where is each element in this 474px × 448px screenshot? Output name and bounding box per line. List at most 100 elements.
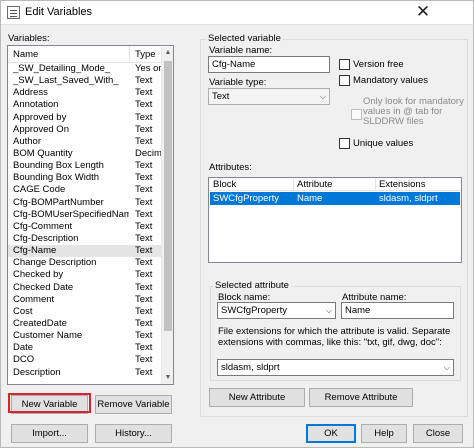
variable-type-cell: Text — [135, 293, 153, 305]
close-window-icon[interactable]: ✕ — [411, 1, 435, 25]
history-button[interactable]: History... — [95, 424, 172, 443]
column-separator[interactable] — [375, 178, 376, 191]
remove-variable-button[interactable]: Remove Variable — [95, 395, 172, 414]
variable-name-cell: Bounding Box Length — [13, 160, 104, 172]
attributes-table[interactable]: Block Attribute Extensions SWCfgProperty… — [208, 177, 462, 263]
list-item[interactable]: Date Text — [8, 342, 162, 354]
highlight-box — [8, 393, 91, 413]
list-item[interactable]: Cfg-Description Text — [8, 233, 162, 245]
list-item[interactable]: Cfg-Comment Text — [8, 221, 162, 233]
variable-type-cell: Text — [135, 305, 153, 317]
variable-type-cell: Text — [135, 160, 153, 172]
attribute-name-input[interactable]: Name — [341, 302, 454, 319]
column-separator[interactable] — [293, 178, 294, 191]
column-header-name[interactable]: Name — [13, 49, 38, 60]
variable-type-cell: Text — [135, 281, 153, 293]
variable-name-cell: CAGE Code — [13, 184, 66, 196]
list-item[interactable]: Address Text — [8, 87, 162, 99]
list-item[interactable]: Approved On Text — [8, 124, 162, 136]
attributes-table-row[interactable]: SWCfgProperty Name sldasm, sldprt — [210, 192, 460, 205]
variable-type-select[interactable]: Text ⌵ — [208, 88, 330, 105]
close-button[interactable]: Close — [413, 424, 463, 443]
column-header-attribute[interactable]: Attribute — [297, 179, 332, 190]
attributes-label: Attributes: — [209, 162, 252, 173]
variable-type-cell: Text — [135, 269, 153, 281]
scroll-thumb[interactable] — [164, 61, 172, 331]
column-header-block[interactable]: Block — [213, 179, 236, 190]
variables-list[interactable]: Name Type _SW_Detailing_Mode_Yes or No_S… — [7, 45, 174, 385]
variable-name-cell: Cfg-BOMUserSpecifiedName — [13, 208, 129, 220]
list-item[interactable]: CAGE Code Text — [8, 184, 162, 196]
variable-type-cell: Text — [135, 135, 153, 147]
variable-name-cell: Address — [13, 87, 48, 99]
variable-name-label: Variable name: — [209, 45, 273, 56]
list-item[interactable]: Author Text — [8, 136, 162, 148]
column-header-type[interactable]: Type — [135, 49, 156, 60]
list-item[interactable]: Bounding Box Width Text — [8, 172, 162, 184]
list-item[interactable]: Approved by Text — [8, 112, 162, 124]
version-free-checkbox[interactable] — [339, 59, 350, 70]
selected-attribute-group-label: Selected attribute — [213, 280, 291, 291]
list-item[interactable]: _SW_Last_Saved_With_ Text — [8, 75, 162, 87]
column-header-extensions[interactable]: Extensions — [379, 179, 425, 190]
version-free-label: Version free — [353, 59, 404, 70]
app-icon — [7, 6, 20, 19]
list-item[interactable]: _SW_Detailing_Mode_ Yes or No — [8, 63, 162, 75]
attribute-row-attribute: Name — [297, 193, 323, 204]
ok-button[interactable]: OK — [306, 424, 356, 443]
scroll-up-icon[interactable]: ▲ — [162, 47, 173, 59]
lookup-mandatory-checkbox[interactable] — [351, 109, 362, 120]
list-item[interactable]: Description Text — [8, 367, 162, 379]
list-item[interactable]: Bounding Box Length Text — [8, 160, 162, 172]
variable-name-cell: Checked Date — [13, 281, 74, 293]
list-item[interactable]: Cfg-BOMUserSpecifiedName Text — [8, 209, 162, 221]
list-item[interactable]: Change Description Text — [8, 257, 162, 269]
help-button[interactable]: Help — [361, 424, 407, 443]
variable-name-cell: Comment — [13, 293, 55, 305]
block-name-select[interactable]: SWCfgProperty ⌵ — [217, 302, 336, 319]
variables-scrollbar[interactable]: ▲ ▼ — [161, 47, 173, 384]
chevron-down-icon: ⌵ — [443, 363, 450, 372]
list-item[interactable]: Cfg-Name Text — [8, 245, 162, 258]
list-item[interactable]: BOM Quantity Decimal — [8, 148, 162, 160]
variable-type-cell: Text — [135, 87, 153, 99]
variable-type-cell: Text — [135, 172, 153, 184]
list-item[interactable]: Checked Date Text — [8, 282, 162, 294]
list-item[interactable]: Checked by Text — [8, 269, 162, 281]
new-attribute-button[interactable]: New Attribute — [209, 388, 305, 407]
attribute-row-block: SWCfgProperty — [213, 193, 279, 204]
extensions-help-text: File extensions for which the attribute … — [218, 326, 451, 348]
chevron-down-icon: ⌵ — [325, 306, 332, 315]
scroll-down-icon[interactable]: ▼ — [162, 372, 173, 384]
variable-type-cell: Text — [135, 342, 153, 354]
list-item[interactable]: Customer Name Text — [8, 330, 162, 342]
variable-name-cell: Bounding Box Width — [13, 172, 100, 184]
unique-values-checkbox[interactable] — [339, 138, 350, 149]
variable-type-cell: Text — [135, 123, 153, 135]
import-button[interactable]: Import... — [11, 424, 88, 443]
variable-name-input[interactable]: Cfg-Name — [208, 56, 330, 73]
column-separator[interactable] — [129, 46, 130, 62]
attribute-row-extensions: sldasm, sldprt — [379, 193, 438, 204]
variable-type-cell: Text — [135, 208, 153, 220]
variable-name-cell: Cost — [13, 305, 33, 317]
variable-type-cell: Text — [135, 99, 153, 111]
variable-name-cell: BOM Quantity — [13, 147, 73, 159]
variable-name-cell: Cfg-Comment — [13, 220, 73, 232]
list-item[interactable]: CreatedDate Text — [8, 318, 162, 330]
extensions-select[interactable]: sldasm, sldprt ⌵ — [217, 359, 454, 376]
remove-attribute-button[interactable]: Remove Attribute — [309, 388, 413, 407]
variable-name-cell: Cfg-Name — [13, 245, 57, 257]
variable-name-cell: Cfg-BOMPartNumber — [13, 196, 104, 208]
list-item[interactable]: Comment Text — [8, 294, 162, 306]
variable-name-cell: Author — [13, 135, 41, 147]
block-name-value: SWCfgProperty — [221, 305, 287, 316]
variable-name-cell: Change Description — [13, 257, 97, 269]
mandatory-values-checkbox[interactable] — [339, 75, 350, 86]
list-item[interactable]: Cost Text — [8, 306, 162, 318]
list-item[interactable]: DCO Text — [8, 354, 162, 366]
list-item[interactable]: Cfg-BOMPartNumber Text — [8, 197, 162, 209]
list-item[interactable]: Annotation Text — [8, 99, 162, 111]
variable-type-cell: Text — [135, 257, 153, 269]
variable-type-cell: Text — [135, 366, 153, 378]
